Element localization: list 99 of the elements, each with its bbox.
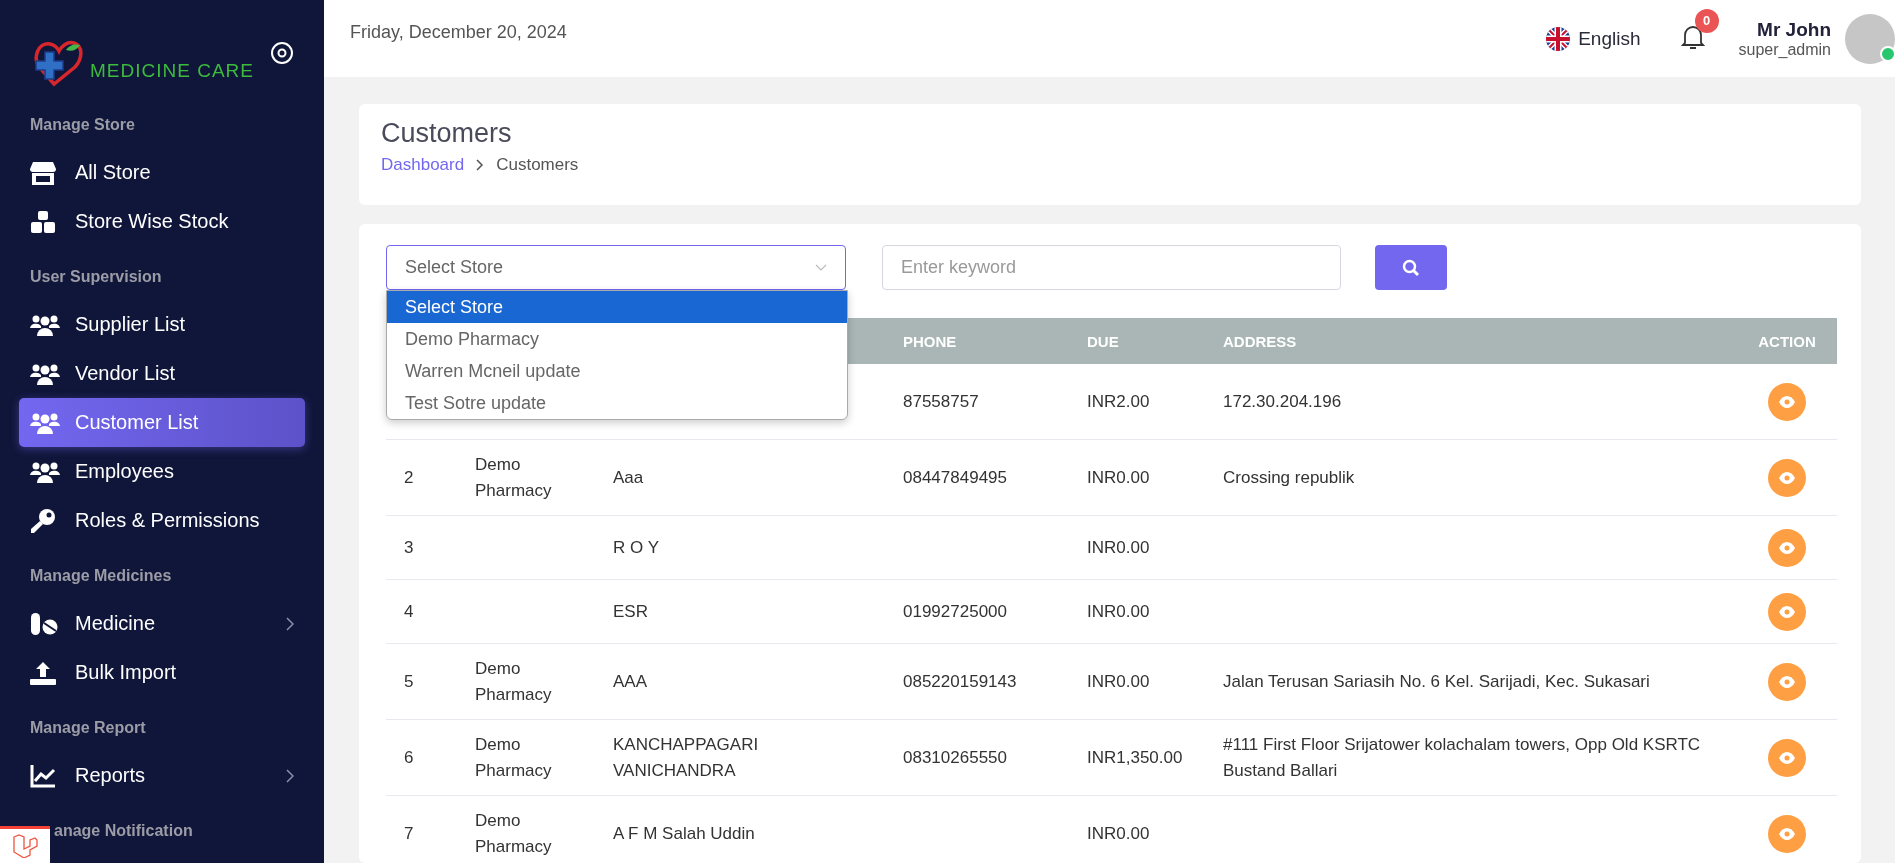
notification-count-badge: 0 bbox=[1694, 8, 1719, 33]
sidebar-item[interactable]: Reports bbox=[19, 751, 305, 800]
sidebar-toggle-icon[interactable] bbox=[270, 41, 294, 65]
table-cell: Demo Pharmacy bbox=[475, 810, 552, 856]
breadcrumb-link[interactable]: Dashboard bbox=[381, 155, 465, 175]
table-cell: 08447849495 bbox=[903, 467, 1007, 487]
table-cell: 5 bbox=[404, 671, 414, 691]
view-button[interactable] bbox=[1768, 662, 1806, 701]
table-cell: AAA bbox=[613, 671, 648, 691]
store-select[interactable]: Select Store bbox=[386, 245, 846, 290]
table-cell: Crossing republik bbox=[1223, 467, 1355, 487]
sidebar-section-label: anage Notification bbox=[54, 821, 193, 841]
table-cell: INR2.00 bbox=[1087, 391, 1150, 411]
view-button[interactable] bbox=[1768, 458, 1806, 497]
column-header: DUE bbox=[1069, 318, 1205, 364]
chevron-down-icon bbox=[815, 263, 827, 272]
view-button[interactable] bbox=[1768, 382, 1806, 421]
table-cell: Jalan Terusan Sariasih No. 6 Kel. Sarijadi, Kec. Sukasari bbox=[1223, 671, 1650, 691]
debugbar-toggle[interactable] bbox=[0, 826, 50, 863]
table-cell: 085220159143 bbox=[903, 671, 1017, 691]
view-button[interactable] bbox=[1768, 814, 1806, 853]
users-icon bbox=[30, 313, 60, 336]
sidebar-section-label: Manage Report bbox=[29, 718, 147, 738]
sidebar-item[interactable]: Roles & Permissions bbox=[19, 496, 305, 545]
eye-icon bbox=[1779, 471, 1795, 484]
table-cell: ESR bbox=[613, 601, 648, 621]
sidebar-item[interactable]: Employees bbox=[19, 447, 305, 496]
sidebar-section-label: Manage Medicines bbox=[29, 566, 173, 586]
users-icon bbox=[30, 460, 60, 483]
table-cell: Demo Pharmacy bbox=[475, 658, 552, 704]
table-cell: 4 bbox=[404, 601, 414, 621]
table-cell: Demo Pharmacy bbox=[475, 454, 552, 500]
dropdown-option[interactable]: Test Sotre update bbox=[387, 387, 847, 419]
table-cell: INR0.00 bbox=[1087, 467, 1150, 487]
store-icon bbox=[30, 160, 56, 185]
table-cell: Demo Pharmacy bbox=[475, 734, 552, 780]
table-cell: A F M Salah Uddin bbox=[613, 823, 755, 843]
user-role: super_admin bbox=[1738, 40, 1831, 59]
sidebar-item[interactable]: Customer List bbox=[19, 398, 305, 447]
sidebar-section-label: Manage Store bbox=[29, 115, 136, 135]
table-cell: INR0.00 bbox=[1087, 671, 1150, 691]
sidebar-item[interactable]: All Store bbox=[19, 148, 305, 197]
upload-icon bbox=[30, 660, 56, 685]
table-cell: 6 bbox=[404, 747, 414, 767]
table-cell: INR0.00 bbox=[1087, 823, 1150, 843]
table-cell: 87558757 bbox=[903, 391, 979, 411]
uk-flag-icon bbox=[1546, 26, 1571, 51]
users-icon bbox=[30, 411, 60, 434]
users-icon bbox=[30, 362, 60, 385]
eye-icon bbox=[1779, 675, 1795, 688]
chart-icon bbox=[30, 763, 56, 788]
user-avatar[interactable] bbox=[1845, 13, 1895, 64]
table-cell: INR1,350.00 bbox=[1087, 747, 1183, 767]
eye-icon bbox=[1779, 395, 1795, 408]
key-icon bbox=[30, 507, 56, 534]
breadcrumb-separator-icon bbox=[476, 159, 485, 171]
table-cell: 3 bbox=[404, 537, 414, 557]
eye-icon bbox=[1779, 751, 1795, 764]
table-cell: R O Y bbox=[613, 537, 659, 557]
table-cell: 172.30.204.196 bbox=[1223, 391, 1342, 411]
brand-name: MEDICINE CARE bbox=[90, 60, 254, 82]
table-cell: KANCHAPPAGARI VANICHANDRA bbox=[613, 734, 759, 780]
language-selector[interactable]: English bbox=[1546, 26, 1641, 51]
search-button[interactable] bbox=[1375, 245, 1447, 290]
table-cell: Aaa bbox=[613, 467, 644, 487]
dropdown-option[interactable]: Select Store bbox=[387, 291, 847, 323]
page-title: Customers bbox=[381, 118, 513, 149]
eye-icon bbox=[1779, 605, 1795, 618]
table-cell: 7 bbox=[404, 823, 414, 843]
column-header: ADDRESS bbox=[1205, 318, 1737, 364]
table-cell: INR0.00 bbox=[1087, 537, 1150, 557]
column-header: ACTION bbox=[1737, 318, 1837, 364]
table-cell: 08310265550 bbox=[903, 747, 1007, 767]
laravel-icon bbox=[12, 834, 38, 858]
view-button[interactable] bbox=[1768, 528, 1806, 567]
user-name: Mr John bbox=[1756, 18, 1831, 41]
search-icon bbox=[1402, 258, 1420, 277]
table-cell: 01992725000 bbox=[903, 601, 1007, 621]
view-button[interactable] bbox=[1768, 738, 1806, 777]
dropdown-option[interactable]: Demo Pharmacy bbox=[387, 323, 847, 355]
sidebar-item[interactable]: Bulk Import bbox=[19, 648, 305, 697]
dropdown-option[interactable]: Warren Mcneil update bbox=[387, 355, 847, 387]
keyword-field[interactable]: Enter keyword bbox=[882, 245, 1341, 290]
breadcrumb-current: Customers bbox=[496, 155, 579, 175]
sidebar-item[interactable]: Store Wise Stock bbox=[19, 197, 305, 246]
cubes-icon bbox=[30, 209, 56, 234]
sidebar-section-label: User Supervision bbox=[29, 267, 163, 287]
sidebar-item[interactable]: Supplier List bbox=[19, 300, 305, 349]
sidebar-item[interactable]: Vendor List bbox=[19, 349, 305, 398]
eye-icon bbox=[1779, 827, 1795, 840]
table-cell: INR0.00 bbox=[1087, 601, 1150, 621]
column-header: PHONE bbox=[885, 318, 1069, 364]
current-date: Friday, December 20, 2024 bbox=[350, 22, 567, 43]
pills-icon bbox=[30, 611, 58, 636]
sidebar-item[interactable]: Medicine bbox=[19, 599, 305, 648]
view-button[interactable] bbox=[1768, 592, 1806, 631]
table-cell: #111 First Floor Srijatower kolachalam towers, Opp Old KSRTC Bustand Ballari bbox=[1223, 734, 1701, 780]
table-cell: 2 bbox=[404, 467, 414, 487]
eye-icon bbox=[1779, 541, 1795, 554]
